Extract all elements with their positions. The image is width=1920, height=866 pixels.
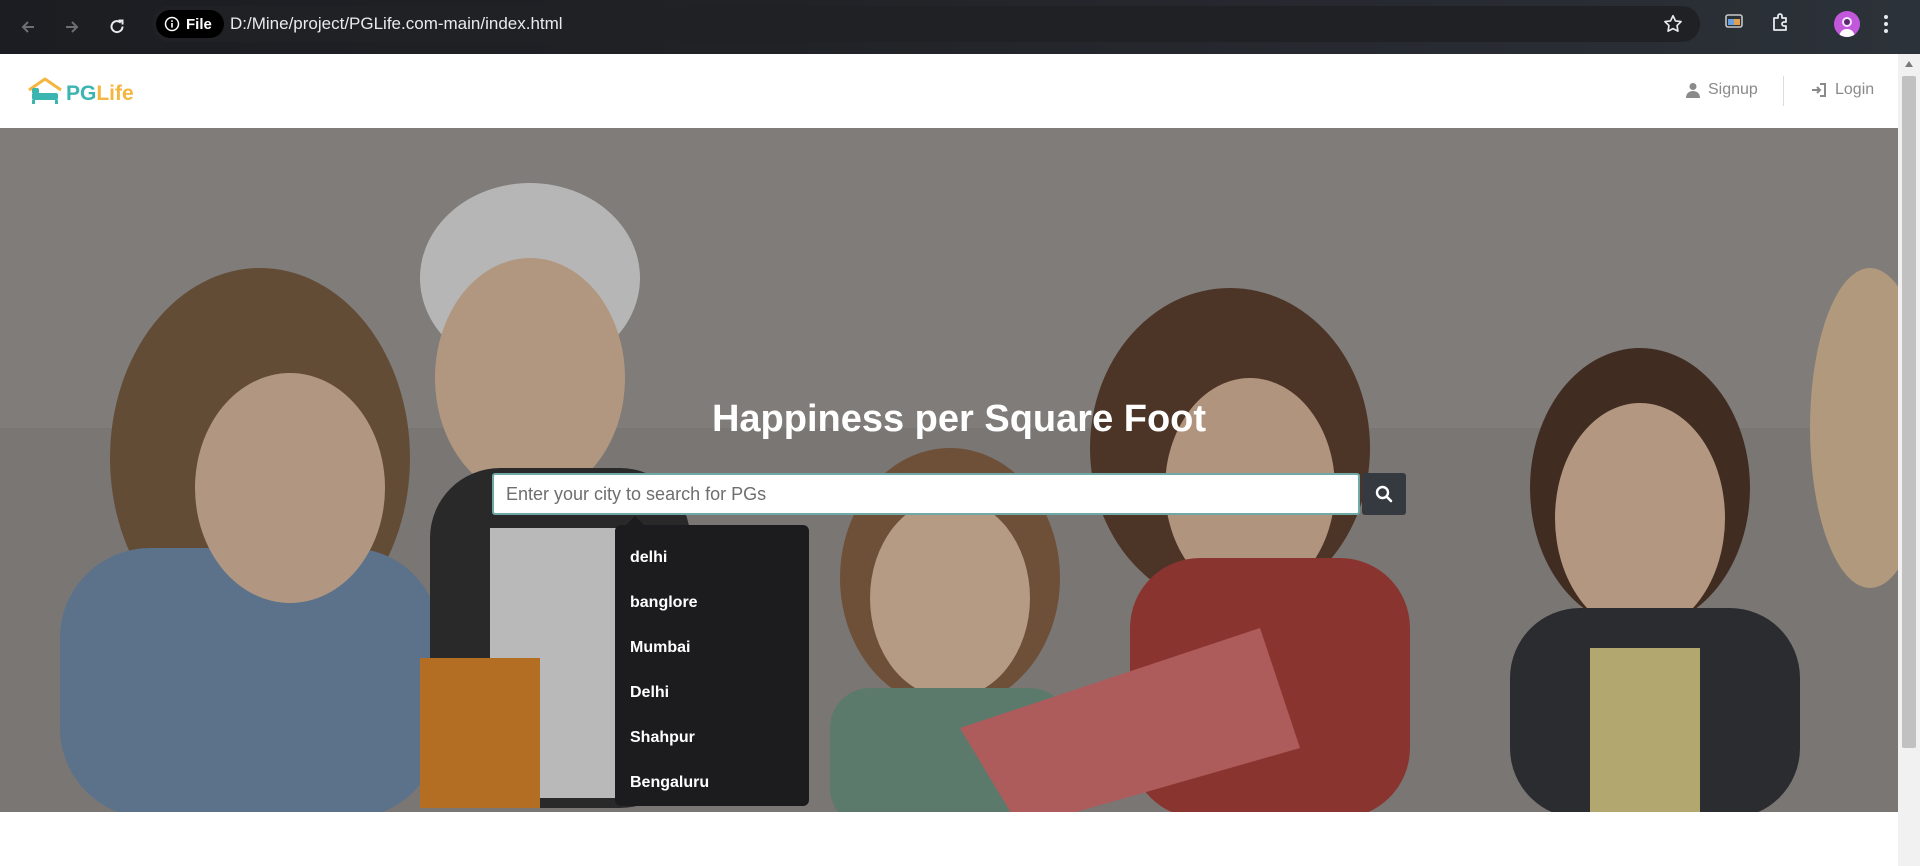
- page-scrollbar[interactable]: [1898, 54, 1920, 866]
- extensions-icon: [1773, 13, 1787, 31]
- avatar-face-icon: [1839, 17, 1855, 37]
- login-link[interactable]: Login: [1811, 78, 1874, 102]
- site-info-chip[interactable]: File: [156, 10, 224, 38]
- bookmark-star-button[interactable]: [1662, 13, 1684, 40]
- hero-title: Happiness per Square Foot: [711, 398, 1207, 440]
- back-arrow-icon: [21, 21, 34, 33]
- logo-text-pg: PG: [66, 82, 97, 105]
- forward-arrow-icon: [66, 21, 79, 33]
- logo-text-life: Life: [96, 82, 134, 105]
- file-chip-label: File: [186, 15, 212, 33]
- dropdown-item[interactable]: Bengaluru: [615, 760, 809, 805]
- dropdown-item[interactable]: Mumbai: [615, 625, 809, 670]
- hero-dark-overlay: [0, 128, 1898, 812]
- search-icon: [1375, 485, 1393, 503]
- dropdown-item[interactable]: banglore: [615, 580, 809, 625]
- scroll-up-arrow-icon[interactable]: [1904, 60, 1914, 68]
- extensions-button[interactable]: [1769, 10, 1793, 39]
- url-text[interactable]: D:/Mine/project/PGLife.com-main/index.ht…: [230, 6, 563, 42]
- house-bed-logo-icon: [28, 77, 62, 104]
- header-divider: [1783, 76, 1784, 106]
- address-bar[interactable]: File D:/Mine/project/PGLife.com-main/ind…: [152, 6, 1700, 42]
- city-search-input[interactable]: [492, 473, 1360, 515]
- more-menu-button[interactable]: [1882, 13, 1890, 40]
- site-header: PGLife Signup Login: [0, 54, 1898, 129]
- hero-section: Happiness per Square Foot delhi banglore…: [0, 128, 1898, 812]
- star-icon: [1664, 14, 1682, 32]
- signup-label: Signup: [1708, 81, 1758, 98]
- sign-in-icon: [1812, 83, 1826, 97]
- scrollbar-thumb[interactable]: [1902, 76, 1916, 748]
- cast-button[interactable]: [1723, 10, 1745, 37]
- forward-button[interactable]: [58, 13, 86, 41]
- dropdown-item[interactable]: Shahpur: [615, 715, 809, 760]
- user-icon: [1686, 83, 1700, 98]
- more-menu-icon: [1884, 15, 1888, 33]
- site-logo[interactable]: PGLife: [26, 76, 134, 106]
- dropdown-item[interactable]: delhi: [615, 535, 809, 580]
- back-button[interactable]: [14, 13, 42, 41]
- login-label: Login: [1835, 81, 1875, 98]
- signup-link[interactable]: Signup: [1686, 78, 1758, 102]
- reload-icon: [110, 19, 124, 34]
- city-suggestion-dropdown: delhi banglore Mumbai Delhi Shahpur Beng…: [615, 516, 809, 806]
- cast-icon: [1725, 14, 1743, 28]
- profile-avatar[interactable]: [1834, 11, 1860, 37]
- reload-button[interactable]: [103, 13, 131, 41]
- search-button[interactable]: [1362, 473, 1406, 515]
- dropdown-item[interactable]: Delhi: [615, 670, 809, 715]
- browser-toolbar: File D:/Mine/project/PGLife.com-main/ind…: [0, 0, 1920, 54]
- info-icon: [164, 16, 180, 32]
